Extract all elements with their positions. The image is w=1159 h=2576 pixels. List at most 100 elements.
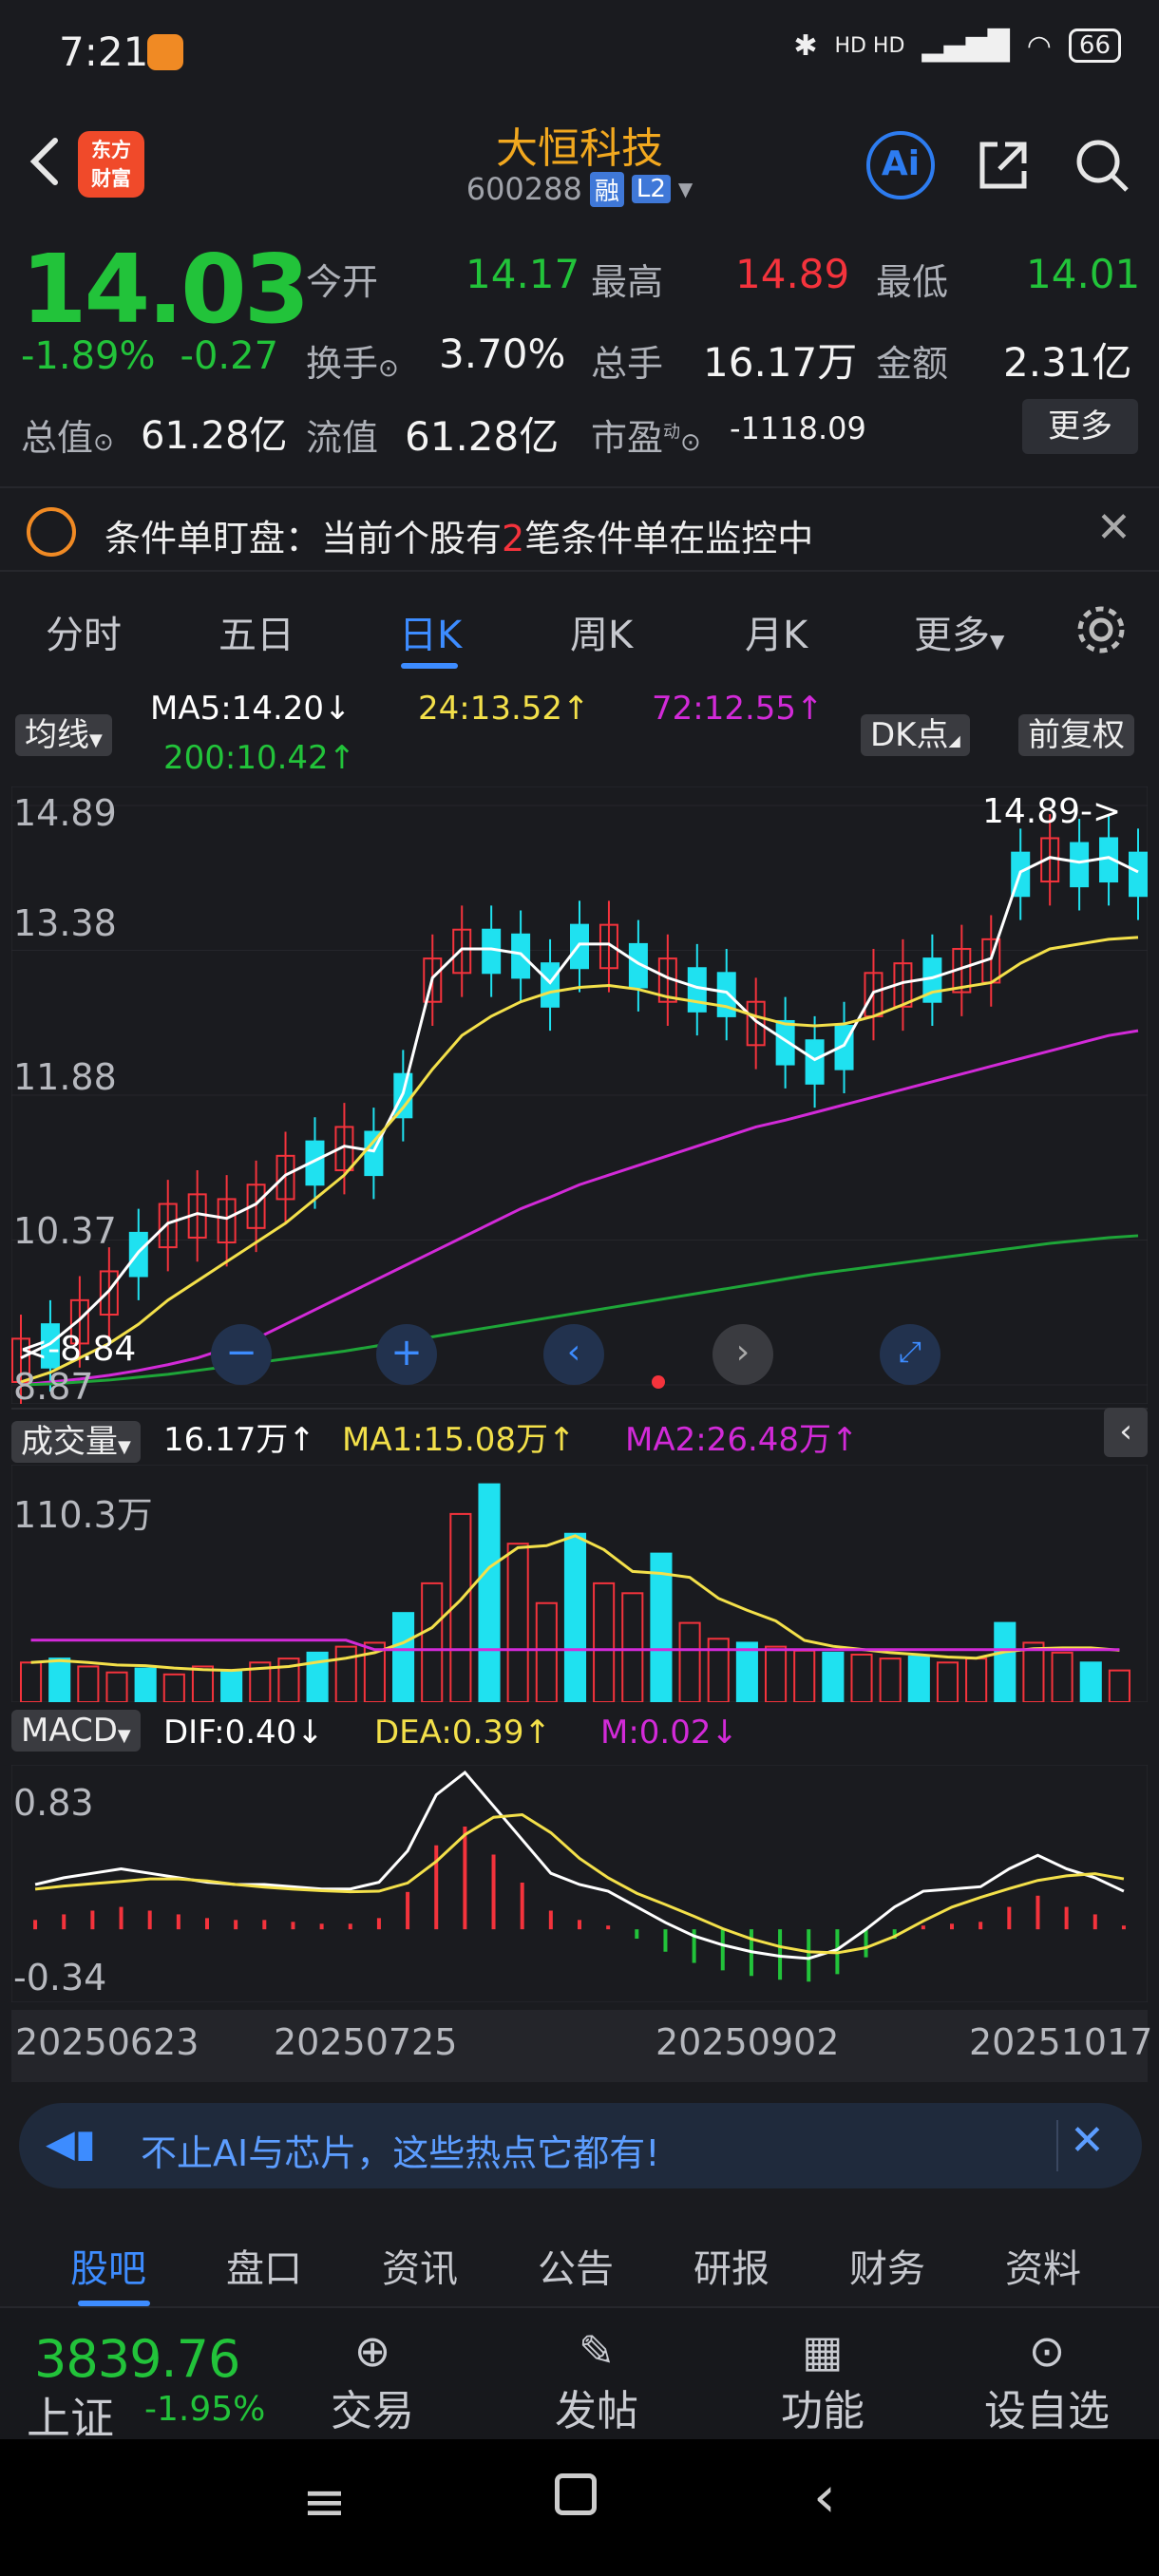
pe-sup: 动 [663, 422, 681, 443]
search-icon[interactable] [1070, 133, 1134, 198]
trade-button[interactable]: ⊕ 交易 [296, 2325, 448, 2437]
close-icon[interactable]: ✕ [1070, 2116, 1105, 2165]
condition-order-notice[interactable]: 条件单盯盘：当前个股有2笔条件单在监控中 ✕ [0, 486, 1159, 572]
y-tick-4: 10.37 [13, 1210, 117, 1252]
chevron-down-icon: ▼ [117, 1726, 131, 1746]
tab-5day[interactable]: 五日 [218, 604, 294, 659]
info-icon[interactable]: ⊙ [680, 428, 701, 457]
volume-selector[interactable]: 成交量▼ [11, 1415, 141, 1463]
volume-bar [563, 1532, 587, 1702]
volume-bar [678, 1621, 701, 1702]
divider [1056, 2120, 1058, 2171]
open-label: 今开 [306, 261, 379, 303]
dk-text: DK点 [870, 716, 949, 754]
x-tick-1: 20250623 [15, 2021, 200, 2063]
macd-m: M:0.02↓ [600, 1714, 738, 1752]
yen-icon: ⊕ [353, 2325, 391, 2377]
x-tick-2: 20250725 [274, 2021, 458, 2063]
tab-announcement[interactable]: 公告 [538, 2238, 614, 2293]
home-icon[interactable] [555, 2473, 597, 2515]
tab-intraday[interactable]: 分时 [46, 604, 122, 659]
volume-chart[interactable] [11, 1465, 1148, 1702]
candle-body [1070, 842, 1090, 888]
volume-bar [1051, 1651, 1074, 1702]
volume-ma1-text: MA1:15.08万 [342, 1421, 549, 1459]
tab-finance[interactable]: 财务 [849, 2238, 925, 2293]
ad-text: 不止AI与芯片，这些热点它都有! [141, 2132, 660, 2174]
function-label: 功能 [781, 2387, 864, 2435]
tab-research[interactable]: 研报 [694, 2238, 770, 2293]
volume-bar [707, 1638, 730, 1702]
float-label: 流值 [306, 417, 379, 459]
chevron-down-icon: ▼ [118, 1437, 131, 1457]
index-name[interactable]: 上证 [27, 2384, 114, 2447]
tab-pankou[interactable]: 盘口 [226, 2238, 302, 2293]
mktcap-label: 总值⊙ [21, 408, 114, 461]
tab-weekly-k[interactable]: 周K [570, 604, 633, 659]
info-icon[interactable]: ⊙ [93, 428, 114, 457]
tab-news[interactable]: 资讯 [382, 2238, 458, 2293]
high-annotation: 14.89-> [982, 792, 1122, 831]
zoom-out-button[interactable]: − [211, 1324, 272, 1385]
quote-panel: 14.03 -1.89% -0.27 今开 14.17 最高 14.89 最低 … [0, 228, 1159, 465]
add-watchlist-button[interactable]: ⊙ 设自选 [971, 2325, 1123, 2437]
scroll-right-button[interactable]: › [712, 1324, 773, 1385]
scroll-left-button[interactable]: ‹ [543, 1324, 604, 1385]
change-amount: -0.27 [180, 334, 279, 378]
tab-more[interactable]: 更多▼ [914, 604, 1004, 659]
collapse-icon[interactable]: ‹ [1104, 1408, 1148, 1457]
candle-body [128, 1231, 148, 1278]
volume-current-text: 16.17万 [163, 1421, 289, 1459]
ma-selector[interactable]: 均线▼ [15, 709, 112, 756]
status-icons: ✱ HD HD ▂▄▆█ ◠ 66 [793, 28, 1121, 63]
period-tabs: 分时 五日 日K 周K 月K 更多▼ [0, 579, 1159, 674]
notification-app-icon [147, 34, 183, 70]
status-bar: 7:21 ✱ HD HD ▂▄▆█ ◠ 66 [0, 0, 1159, 104]
more-button[interactable]: 更多 [1022, 399, 1138, 454]
post-button[interactable]: ✎ 发帖 [521, 2325, 673, 2437]
grid-icon: ▦ [802, 2325, 844, 2377]
ai-button[interactable]: Ai [866, 131, 935, 199]
tab-guba[interactable]: 股吧 [70, 2238, 146, 2293]
volume-bar [1108, 1669, 1130, 1702]
margin-tag: 融 [589, 171, 624, 207]
volume-bar [421, 1582, 444, 1702]
mktcap-label-text: 总值 [21, 417, 94, 459]
settings-icon[interactable] [1074, 602, 1129, 657]
volume-bar [105, 1671, 128, 1702]
function-button[interactable]: ▦ 功能 [747, 2325, 899, 2437]
close-icon[interactable]: ✕ [1096, 503, 1131, 552]
zoom-in-button[interactable]: + [376, 1324, 437, 1385]
info-icon[interactable]: ⊙ [378, 354, 399, 383]
macd-chart[interactable] [11, 1765, 1148, 2002]
volume-bar [593, 1582, 616, 1702]
ma-selector-label: 均线▼ [15, 714, 112, 756]
index-value[interactable]: 3839.76 [34, 2329, 240, 2389]
volume-bar [478, 1483, 501, 1702]
candle-body [541, 962, 560, 1008]
tab-daily-k[interactable]: 日K [399, 604, 462, 659]
kline-chart[interactable] [11, 786, 1148, 1404]
share-icon[interactable] [971, 133, 1036, 198]
ad-banner[interactable]: ◀▮ 不止AI与芯片，这些热点它都有! ✕ [19, 2103, 1142, 2188]
macd-selector[interactable]: MACD▼ [11, 1710, 141, 1752]
back-nav-icon[interactable]: ‹ [813, 2464, 836, 2530]
candle-body [805, 1039, 825, 1085]
volume-bar [879, 1657, 902, 1702]
notice-text: 条件单盯盘：当前个股有2笔条件单在监控中 [104, 509, 813, 561]
tab-monthly-k[interactable]: 月K [745, 604, 808, 659]
ma72-text: 72:12.55 [652, 690, 797, 728]
fullscreen-icon[interactable]: ⤢ [880, 1324, 940, 1385]
pe-label: 市盈动⊙ [591, 408, 701, 461]
volume-ma1: MA1:15.08万↑ [342, 1421, 576, 1459]
tab-profile[interactable]: 资料 [1005, 2238, 1081, 2293]
wifi-icon: ◠ [1026, 28, 1052, 63]
dk-point-button[interactable]: DK点◢ [861, 709, 970, 756]
menu-icon[interactable]: ≡ [302, 2472, 347, 2533]
macd-selector-text: MACD [21, 1712, 118, 1750]
dif-line [34, 1770, 1125, 1960]
low-label: 最低 [876, 261, 949, 303]
adjust-button[interactable]: 前复权 [1018, 709, 1134, 756]
volume-bar [48, 1657, 71, 1702]
macd-dea: DEA:0.39↑ [374, 1714, 551, 1752]
